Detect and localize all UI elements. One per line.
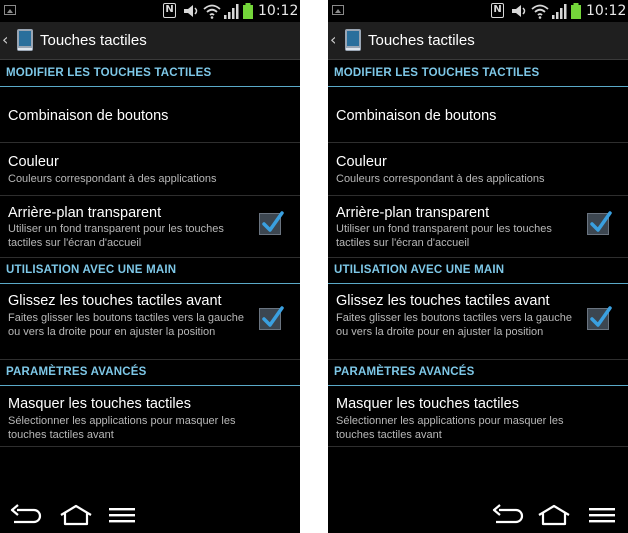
status-time: 10:12: [258, 3, 299, 19]
checkmark-icon: [262, 306, 284, 327]
page-title: Touches tactiles: [40, 32, 147, 49]
nfc-icon: N: [163, 3, 176, 18]
section-header-modify: MODIFIER LES TOUCHES TACTILES: [328, 61, 628, 87]
section-header-advanced: PARAMÈTRES AVANCÉS: [328, 360, 628, 386]
setting-title: Arrière-plan transparent: [336, 205, 490, 221]
section-header-modify: MODIFIER LES TOUCHES TACTILES: [0, 61, 300, 87]
setting-slide-touch-buttons[interactable]: Glissez les touches tactiles avant Faite…: [0, 285, 300, 360]
setting-title: Couleur: [8, 154, 59, 170]
signal-icon: [552, 4, 567, 19]
setting-button-combination[interactable]: Combinaison de boutons: [328, 88, 628, 143]
slide-touch-buttons-checkbox[interactable]: [259, 306, 284, 330]
back-nav-icon[interactable]: [490, 504, 526, 526]
phone-screen-left: N 10:12 ‹ Touches tactiles MODIFIER LES …: [0, 0, 300, 533]
setting-hide-touch-buttons[interactable]: Masquer les touches tactiles Sélectionne…: [328, 387, 628, 447]
app-icon[interactable]: [342, 28, 364, 54]
action-bar: ‹ Touches tactiles: [0, 22, 300, 60]
setting-summary: Utiliser un fond transparent pour les to…: [8, 223, 224, 249]
setting-summary: Sélectionner les applications pour masqu…: [336, 415, 564, 441]
setting-summary: Utiliser un fond transparent pour les to…: [336, 223, 552, 249]
setting-title: Masquer les touches tactiles: [336, 396, 519, 412]
home-nav-icon[interactable]: [536, 504, 572, 526]
status-bar: N 10:12: [0, 0, 300, 22]
setting-summary: Couleurs correspondant à des application…: [8, 173, 217, 185]
action-bar: ‹ Touches tactiles: [328, 22, 628, 60]
gallery-icon: [332, 5, 344, 15]
setting-summary: Couleurs correspondant à des application…: [336, 173, 545, 185]
page-title: Touches tactiles: [368, 32, 475, 49]
home-nav-icon[interactable]: [58, 504, 94, 526]
setting-title: Arrière-plan transparent: [8, 205, 162, 221]
back-nav-icon[interactable]: [8, 504, 44, 526]
setting-title: Glissez les touches tactiles avant: [336, 293, 550, 309]
wifi-icon: [203, 4, 221, 19]
checkmark-icon: [590, 211, 612, 232]
setting-title: Couleur: [336, 154, 387, 170]
setting-summary: Sélectionner les applications pour masqu…: [8, 415, 236, 441]
battery-icon: [243, 3, 253, 19]
setting-title: Glissez les touches tactiles avant: [8, 293, 222, 309]
transparent-background-checkbox[interactable]: [587, 211, 612, 235]
status-time: 10:12: [586, 3, 627, 19]
navigation-bar: [0, 496, 300, 533]
menu-nav-icon[interactable]: [106, 504, 142, 526]
setting-color[interactable]: Couleur Couleurs correspondant à des app…: [328, 143, 628, 196]
gallery-icon: [4, 5, 16, 15]
nfc-icon: N: [491, 3, 504, 18]
back-icon[interactable]: ‹: [330, 31, 336, 49]
menu-nav-icon[interactable]: [586, 504, 622, 526]
setting-hide-touch-buttons[interactable]: Masquer les touches tactiles Sélectionne…: [0, 387, 300, 447]
back-icon[interactable]: ‹: [2, 31, 8, 49]
section-header-advanced: PARAMÈTRES AVANCÉS: [0, 360, 300, 386]
setting-summary: Faites glisser les boutons tactiles vers…: [336, 312, 573, 338]
section-header-one-hand: UTILISATION AVEC UNE MAIN: [0, 258, 300, 284]
setting-transparent-background[interactable]: Arrière-plan transparent Utiliser un fon…: [328, 196, 628, 258]
checkmark-icon: [262, 211, 284, 232]
status-bar: N 10:12: [328, 0, 628, 22]
checkmark-icon: [590, 306, 612, 327]
volume-icon: [184, 5, 198, 17]
transparent-background-checkbox[interactable]: [259, 211, 284, 235]
battery-icon: [571, 3, 581, 19]
volume-icon: [512, 5, 526, 17]
setting-color[interactable]: Couleur Couleurs correspondant à des app…: [0, 143, 300, 196]
setting-summary: Faites glisser les boutons tactiles vers…: [8, 312, 245, 338]
app-icon[interactable]: [14, 28, 36, 54]
section-header-one-hand: UTILISATION AVEC UNE MAIN: [328, 258, 628, 284]
phone-screen-right: N 10:12 ‹ Touches tactiles MODIFIER LES …: [328, 0, 628, 533]
setting-slide-touch-buttons[interactable]: Glissez les touches tactiles avant Faite…: [328, 285, 628, 360]
setting-transparent-background[interactable]: Arrière-plan transparent Utiliser un fon…: [0, 196, 300, 258]
setting-title: Combinaison de boutons: [8, 108, 169, 124]
signal-icon: [224, 4, 239, 19]
navigation-bar: [328, 496, 628, 533]
setting-title: Masquer les touches tactiles: [8, 396, 191, 412]
setting-button-combination[interactable]: Combinaison de boutons: [0, 88, 300, 143]
wifi-icon: [531, 4, 549, 19]
slide-touch-buttons-checkbox[interactable]: [587, 306, 612, 330]
setting-title: Combinaison de boutons: [336, 108, 497, 124]
